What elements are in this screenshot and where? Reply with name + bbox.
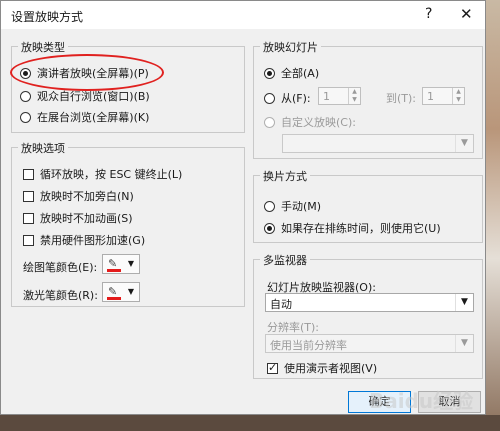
presenter-view-checkbox[interactable] bbox=[267, 361, 278, 374]
disable-hw-accel-checkbox-row[interactable]: 禁用硬件图形加速(G) bbox=[23, 232, 145, 248]
radio-kiosk-label: 在展台浏览(全屏幕)(K) bbox=[37, 111, 150, 124]
red-annotation-circle bbox=[10, 54, 164, 91]
radio-manual[interactable] bbox=[264, 200, 275, 212]
show-type-legend: 放映类型 bbox=[18, 39, 68, 55]
pen-color-label: 绘图笔颜色(E): bbox=[23, 261, 98, 274]
background-slide-peek bbox=[486, 0, 500, 431]
chevron-down-icon: ▼ bbox=[455, 294, 473, 311]
radio-window[interactable] bbox=[20, 90, 31, 102]
no-narration-checkbox[interactable] bbox=[23, 190, 34, 202]
monitors-legend: 多监视器 bbox=[260, 252, 310, 268]
chevron-down-icon: ▼ bbox=[127, 259, 134, 268]
use-timings-option[interactable]: 如果存在排练时间，则使用它(U) bbox=[264, 220, 441, 236]
radio-from[interactable] bbox=[264, 92, 275, 104]
use-timings-label: 如果存在排练时间，则使用它(U) bbox=[281, 222, 441, 235]
chevron-down-icon: ▼ bbox=[455, 135, 473, 152]
resolution-select[interactable]: 使用当前分辨率 ▼ bbox=[265, 334, 474, 353]
set-up-show-dialog: 设置放映方式 ? ✕ 放映类型 演讲者放映(全屏幕)(P) 观众自行浏览(窗口)… bbox=[0, 0, 486, 415]
no-animation-checkbox[interactable] bbox=[23, 212, 34, 224]
no-animation-label: 放映时不加动画(S) bbox=[40, 212, 133, 225]
laser-color-button[interactable]: ✎ ▼ bbox=[102, 282, 140, 302]
manual-advance-option[interactable]: 手动(M) bbox=[264, 198, 321, 214]
loop-checkbox-row[interactable]: 循环放映，按 ESC 键终止(L) bbox=[23, 166, 182, 182]
monitor-select[interactable]: 自动 ▼ bbox=[265, 293, 474, 312]
laser-color-label: 激光笔颜色(R): bbox=[23, 289, 98, 302]
title-bar: 设置放映方式 ? ✕ bbox=[1, 1, 485, 29]
no-narration-checkbox-row[interactable]: 放映时不加旁白(N) bbox=[23, 188, 134, 204]
custom-show-label: 自定义放映(C): bbox=[281, 116, 356, 129]
radio-kiosk[interactable] bbox=[20, 111, 31, 123]
resolution-label: 分辨率(T): bbox=[267, 321, 320, 334]
show-options-legend: 放映选项 bbox=[18, 140, 68, 156]
pen-color-swatch bbox=[107, 269, 121, 272]
custom-show-select[interactable]: ▼ bbox=[282, 134, 474, 153]
chevron-down-icon: ▼ bbox=[455, 335, 473, 352]
to-spinner[interactable]: 1 ▲ ▼ bbox=[422, 87, 465, 105]
watermark: Baidu经验 bbox=[369, 389, 474, 413]
disable-hw-accel-label: 禁用硬件图形加速(G) bbox=[40, 234, 146, 247]
from-spinner[interactable]: 1 ▲ ▼ bbox=[318, 87, 361, 105]
monitor-value: 自动 bbox=[270, 298, 292, 311]
no-narration-label: 放映时不加旁白(N) bbox=[40, 190, 134, 203]
loop-checkbox-label: 循环放映，按 ESC 键终止(L) bbox=[40, 168, 183, 181]
to-value: 1 bbox=[427, 90, 434, 103]
chevron-down-icon: ▼ bbox=[127, 287, 134, 296]
slides-legend: 放映幻灯片 bbox=[260, 39, 321, 55]
spinner-arrows-icon[interactable]: ▲ ▼ bbox=[452, 88, 464, 104]
all-slides-option[interactable]: 全部(A) bbox=[264, 65, 319, 81]
dialog-title: 设置放映方式 bbox=[11, 10, 84, 24]
help-icon[interactable]: ? bbox=[425, 6, 432, 22]
spinner-arrows-icon[interactable]: ▲ ▼ bbox=[348, 88, 360, 104]
all-slides-label: 全部(A) bbox=[281, 67, 320, 80]
presenter-view-row[interactable]: 使用演示者视图(V) bbox=[267, 360, 377, 376]
presenter-view-label: 使用演示者视图(V) bbox=[284, 362, 378, 375]
laser-color-swatch bbox=[107, 297, 121, 300]
disable-hw-accel-checkbox[interactable] bbox=[23, 234, 34, 246]
from-slides-option[interactable]: 从(F): bbox=[264, 90, 311, 106]
advance-legend: 换片方式 bbox=[260, 168, 310, 184]
custom-show-option[interactable]: 自定义放映(C): bbox=[264, 114, 356, 130]
no-animation-checkbox-row[interactable]: 放映时不加动画(S) bbox=[23, 210, 133, 226]
close-icon[interactable]: ✕ bbox=[460, 5, 473, 23]
pen-color-button[interactable]: ✎ ▼ bbox=[102, 254, 140, 274]
radio-use-timings[interactable] bbox=[264, 222, 275, 234]
manual-label: 手动(M) bbox=[281, 200, 322, 213]
background-bottom bbox=[0, 415, 500, 431]
radio-all-slides[interactable] bbox=[264, 67, 275, 79]
resolution-value: 使用当前分辨率 bbox=[270, 339, 347, 352]
radio-custom-show[interactable] bbox=[264, 116, 275, 128]
to-label: 到(T): bbox=[386, 92, 417, 105]
loop-checkbox[interactable] bbox=[23, 168, 34, 180]
from-value: 1 bbox=[323, 90, 330, 103]
show-type-kiosk-option[interactable]: 在展台浏览(全屏幕)(K) bbox=[20, 109, 149, 125]
from-label: 从(F): bbox=[281, 92, 311, 105]
